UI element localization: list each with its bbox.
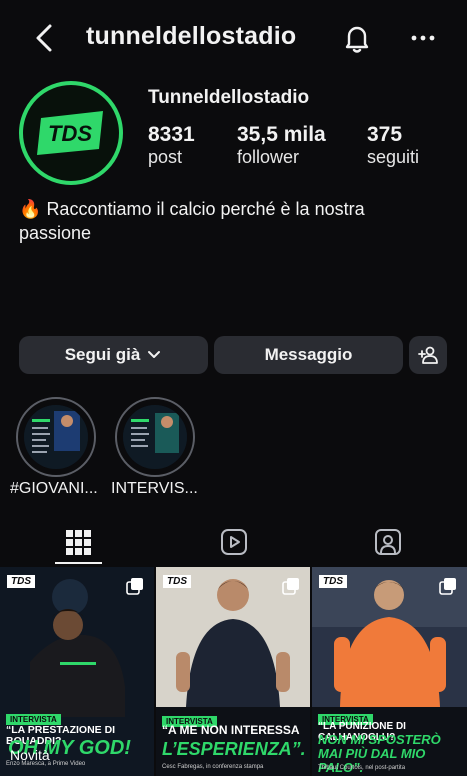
highlight-label: INTERVIS... [111,480,198,497]
suggest-users-button[interactable] [409,336,447,374]
following-count: 375 [367,123,403,146]
page-title: tunneldellostadio [86,22,297,50]
followers-label: follower [237,147,300,167]
post-tile[interactable]: TDS INTERVISTA “LA PRESTAZIONE DI BOUADD… [0,567,154,776]
bell-icon [345,26,369,53]
reels-icon [221,529,247,555]
following-button-label: Segui già [64,345,141,364]
active-tab-indicator [55,562,102,564]
bio: 🔥 Raccontiamo il calcio perché è la nost… [19,197,439,245]
carousel-icon [126,577,144,595]
tds-logo-icon: TDS [37,111,103,155]
add-person-icon [418,346,438,364]
tab-tagged[interactable] [373,527,403,557]
highlight-label: #GIOVANI... [10,480,98,497]
bio-text: Raccontiamo il calcio perché è la nostra… [19,199,365,243]
fire-emoji: 🔥 [19,199,42,219]
followers-stat[interactable]: 35,5 mila follower [237,123,326,168]
display-name: Tunneldellostadio [148,87,310,108]
novita-overlay: Novità [10,747,50,763]
posts-count: 8331 [148,123,195,146]
post-caption: Cesc Fabregas, in conferenza stampa [162,764,264,770]
back-button[interactable] [32,22,60,54]
highlight-interviste[interactable] [115,397,195,477]
chevron-left-icon [36,24,52,52]
message-button[interactable]: Messaggio [214,336,403,374]
highlight-cover [24,405,88,469]
post-tile[interactable]: TDS INTERVISTA “LA PUNIZIONE DI CALHANOG… [312,567,467,776]
profile-header: tunneldellostadio [0,0,467,78]
post-quote-small: “A ME NON INTERESSA [162,723,300,737]
post-brand-badge: TDS [7,575,35,588]
followers-count: 35,5 mila [237,123,326,146]
chevron-down-icon [148,351,161,358]
post-caption: Thibaut Courtois, nel post-partita [318,765,406,771]
highlight-cover [123,405,187,469]
tab-reels[interactable] [219,527,249,557]
carousel-icon [439,577,457,595]
tab-posts[interactable] [64,528,92,556]
post-brand-badge: TDS [163,575,191,588]
following-stat[interactable]: 375 seguiti [367,123,419,168]
svg-text:TDS: TDS [48,121,92,146]
following-button[interactable]: Segui già [19,336,208,374]
notifications-button[interactable] [342,22,372,54]
carousel-icon [282,577,300,595]
more-horizontal-icon [411,35,435,41]
grid-icon [66,530,91,555]
message-button-label: Messaggio [264,345,353,364]
more-options-button[interactable] [408,24,438,52]
posts-stat[interactable]: 8331 post [148,123,195,168]
following-label: seguiti [367,147,420,167]
highlight-giovani[interactable] [16,397,96,477]
avatar[interactable]: TDS [19,81,123,185]
post-quote-big: L’ESPERIENZA”. [162,739,306,759]
post-tile[interactable]: TDS INTERVISTA “A ME NON INTERESSA L’ESP… [156,567,310,776]
posts-label: post [148,147,183,167]
tagged-icon [375,529,401,555]
post-brand-badge: TDS [319,575,347,588]
content-tabs [0,518,467,564]
